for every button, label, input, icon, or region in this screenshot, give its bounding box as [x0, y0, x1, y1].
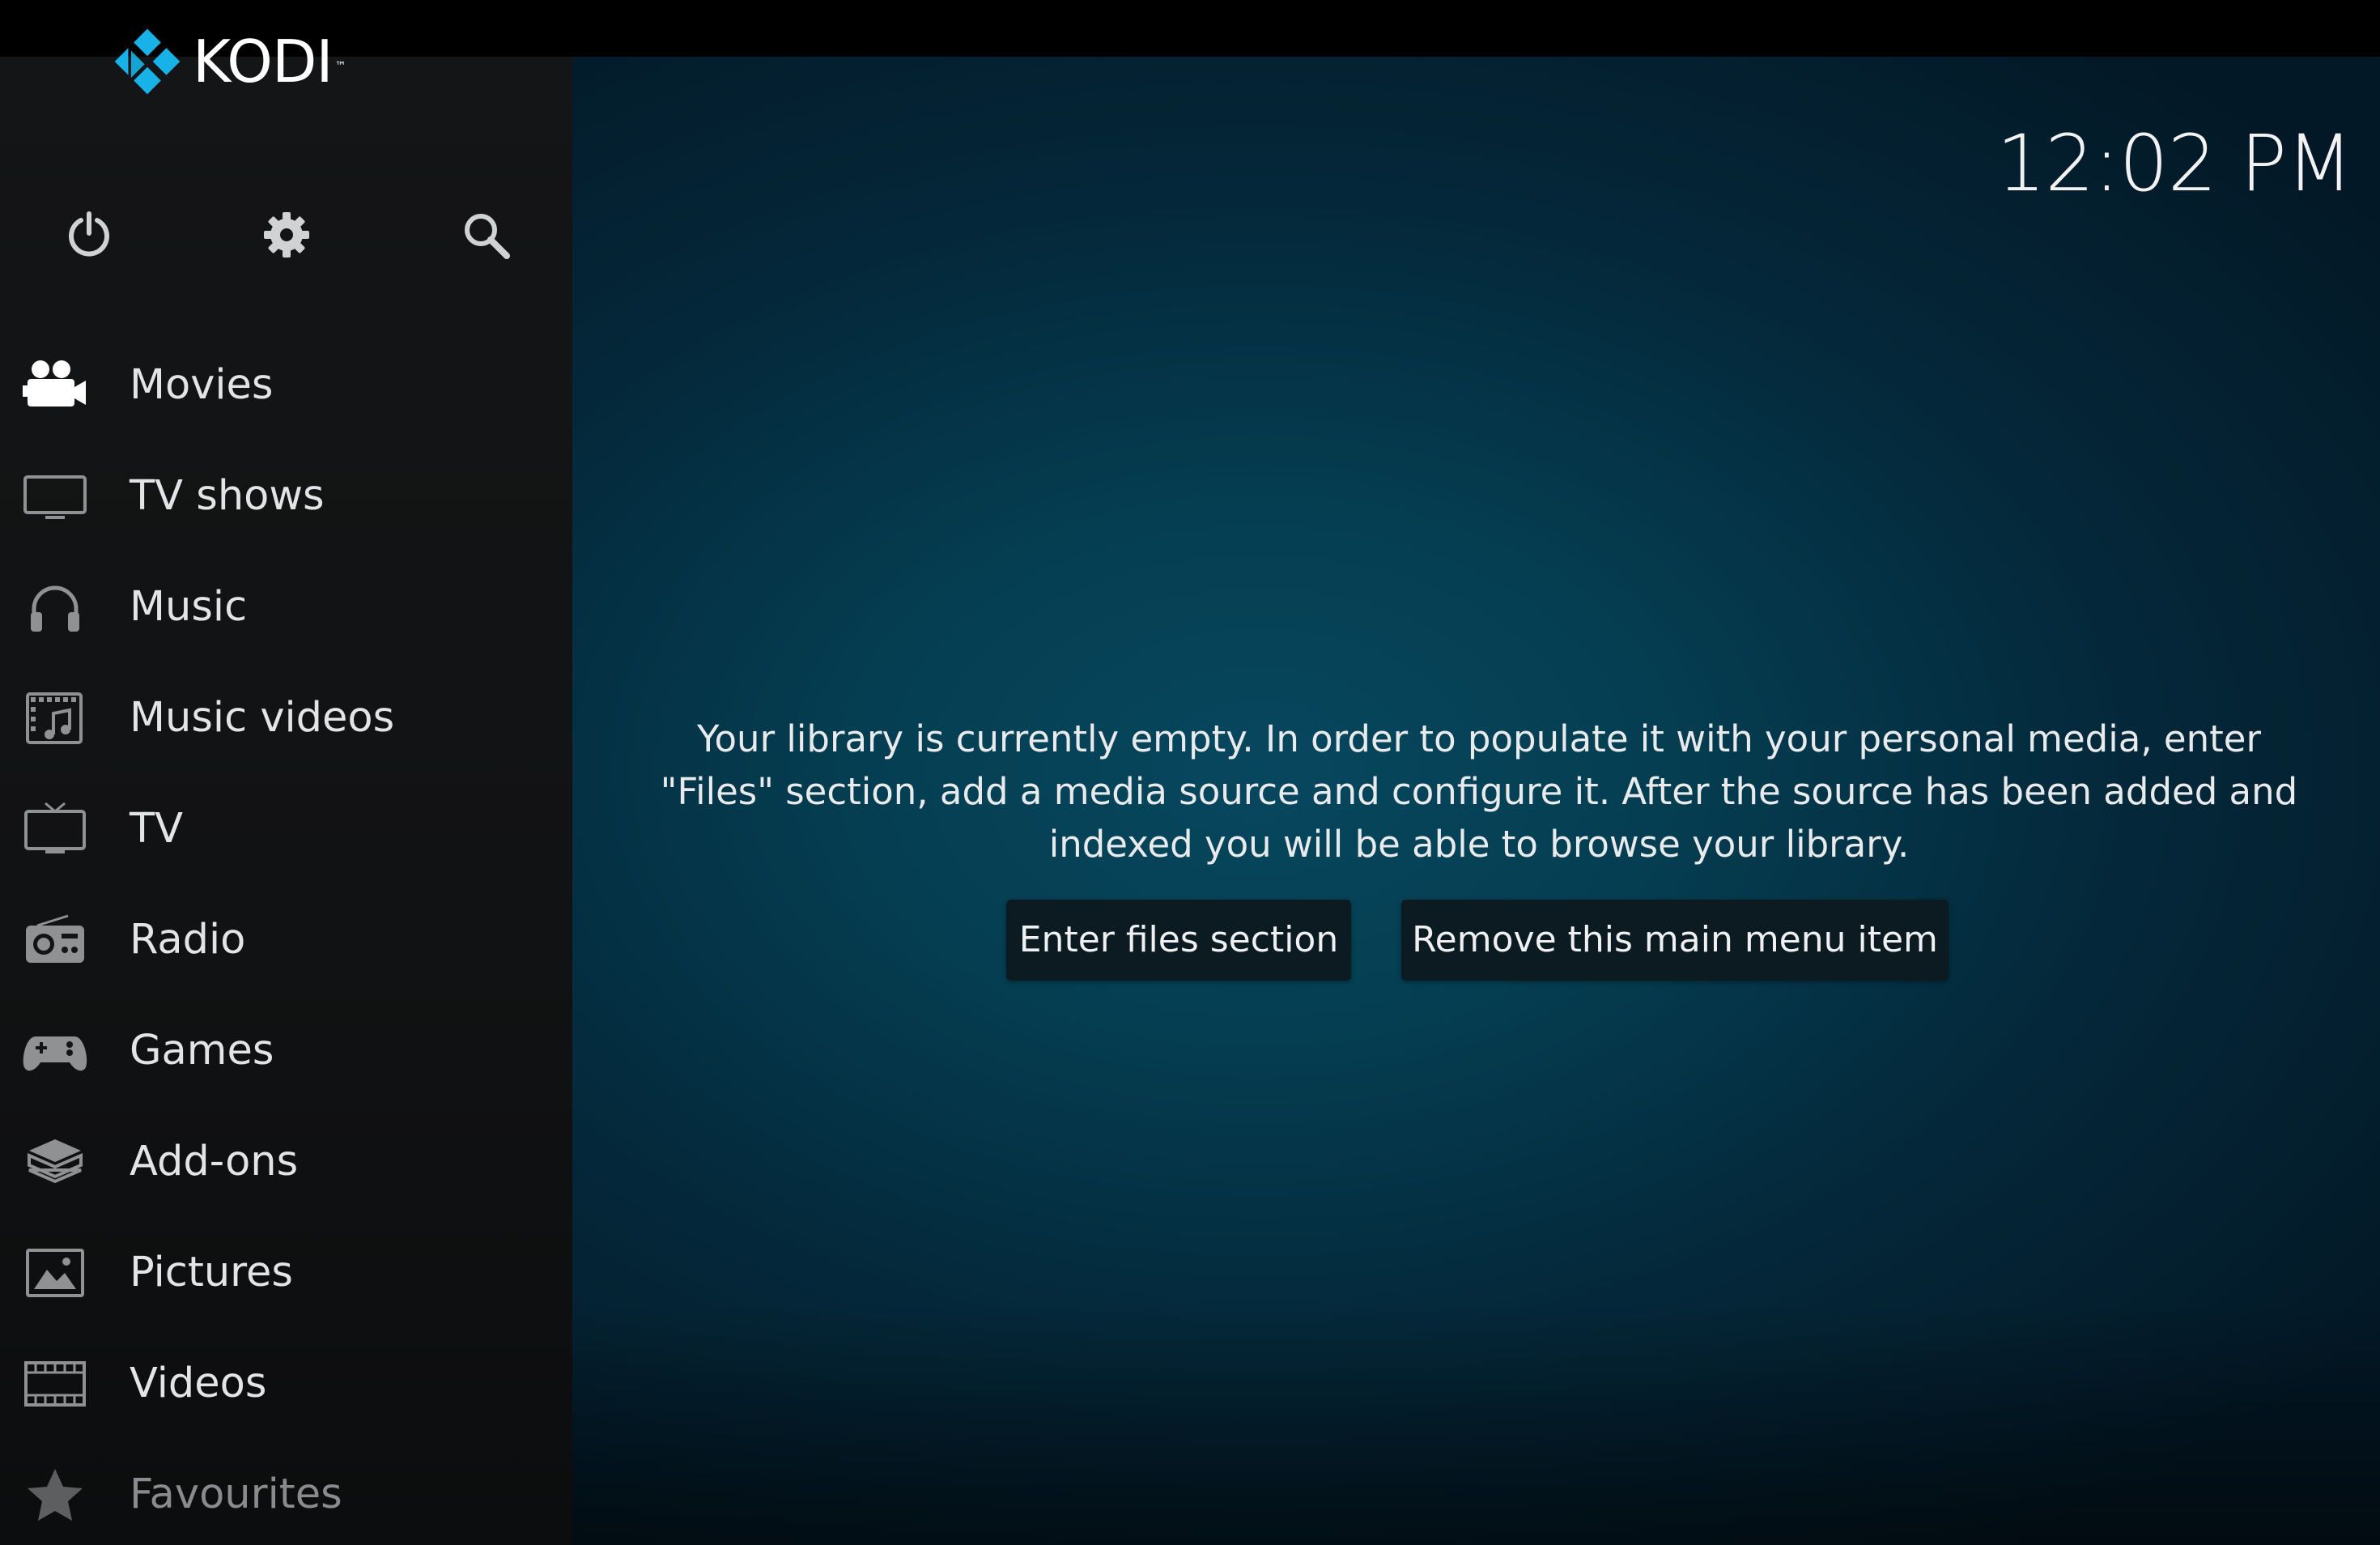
picture-icon: [19, 1245, 91, 1300]
movie-camera-icon: [19, 358, 91, 413]
main-content: 12:02 PM Your library is currently empty…: [572, 57, 2380, 1545]
menu-item-videos[interactable]: Videos: [0, 1328, 572, 1439]
menu-item-add-ons[interactable]: Add-ons: [0, 1106, 572, 1217]
message-line: indexed you will be able to browse your …: [645, 818, 2313, 870]
gear-icon: [261, 209, 312, 261]
menu-item-label: TV: [130, 773, 183, 884]
menu-item-label: Pictures: [130, 1217, 293, 1328]
app-title: KODI™: [193, 28, 333, 96]
radio-icon: [19, 913, 91, 968]
settings-button[interactable]: [256, 204, 317, 266]
menu-item-label: Add-ons: [130, 1106, 298, 1217]
menu-item-label: Music: [130, 551, 247, 662]
menu-item-tv-shows[interactable]: TV shows: [0, 441, 572, 551]
message-line: Your library is currently empty. In orde…: [645, 713, 2313, 765]
monitor-icon: [19, 469, 91, 524]
power-icon: [63, 209, 115, 261]
menu-item-games[interactable]: Games: [0, 995, 572, 1106]
menu-item-label: Movies: [130, 330, 274, 441]
top-bar: [0, 0, 2380, 57]
film-strip-icon: [19, 1356, 91, 1411]
menu-item-music-videos[interactable]: Music videos: [0, 662, 572, 773]
menu-item-movies[interactable]: Movies: [0, 330, 572, 441]
remove-main-menu-item-button[interactable]: Remove this main menu item: [1401, 900, 1949, 981]
menu-item-label: Music videos: [130, 662, 394, 773]
menu-item-label: Videos: [130, 1328, 266, 1439]
menu-item-pictures[interactable]: Pictures: [0, 1217, 572, 1328]
menu-item-radio[interactable]: Radio: [0, 884, 572, 995]
addon-box-icon: [19, 1134, 91, 1190]
menu-item-tv[interactable]: TV: [0, 773, 572, 884]
search-icon: [460, 209, 512, 261]
kodi-logo-icon: [113, 28, 181, 96]
star-icon: [19, 1467, 91, 1522]
menu-item-favourites[interactable]: Favourites: [0, 1439, 572, 1545]
menu-item-label: Radio: [130, 884, 245, 995]
search-button[interactable]: [455, 204, 516, 266]
menu-item-label: Games: [130, 995, 274, 1106]
clock: 12:02 PM: [1996, 118, 2352, 209]
music-video-icon: [19, 691, 91, 746]
kodi-app: 12:02 PM Your library is currently empty…: [0, 0, 2380, 1545]
power-button[interactable]: [58, 204, 120, 266]
message-line: "Files" section, add a media source and …: [645, 765, 2313, 818]
gamepad-icon: [19, 1024, 91, 1079]
headphones-icon: [19, 580, 91, 635]
menu-item-label: TV shows: [130, 441, 325, 551]
menu-item-label: Favourites: [130, 1439, 342, 1545]
kodi-logo[interactable]: KODI™: [113, 28, 333, 96]
enter-files-section-button[interactable]: Enter files section: [1006, 900, 1351, 981]
empty-library-message: Your library is currently empty. In orde…: [645, 713, 2313, 870]
menu-item-music[interactable]: Music: [0, 551, 572, 662]
tv-icon: [19, 802, 91, 857]
